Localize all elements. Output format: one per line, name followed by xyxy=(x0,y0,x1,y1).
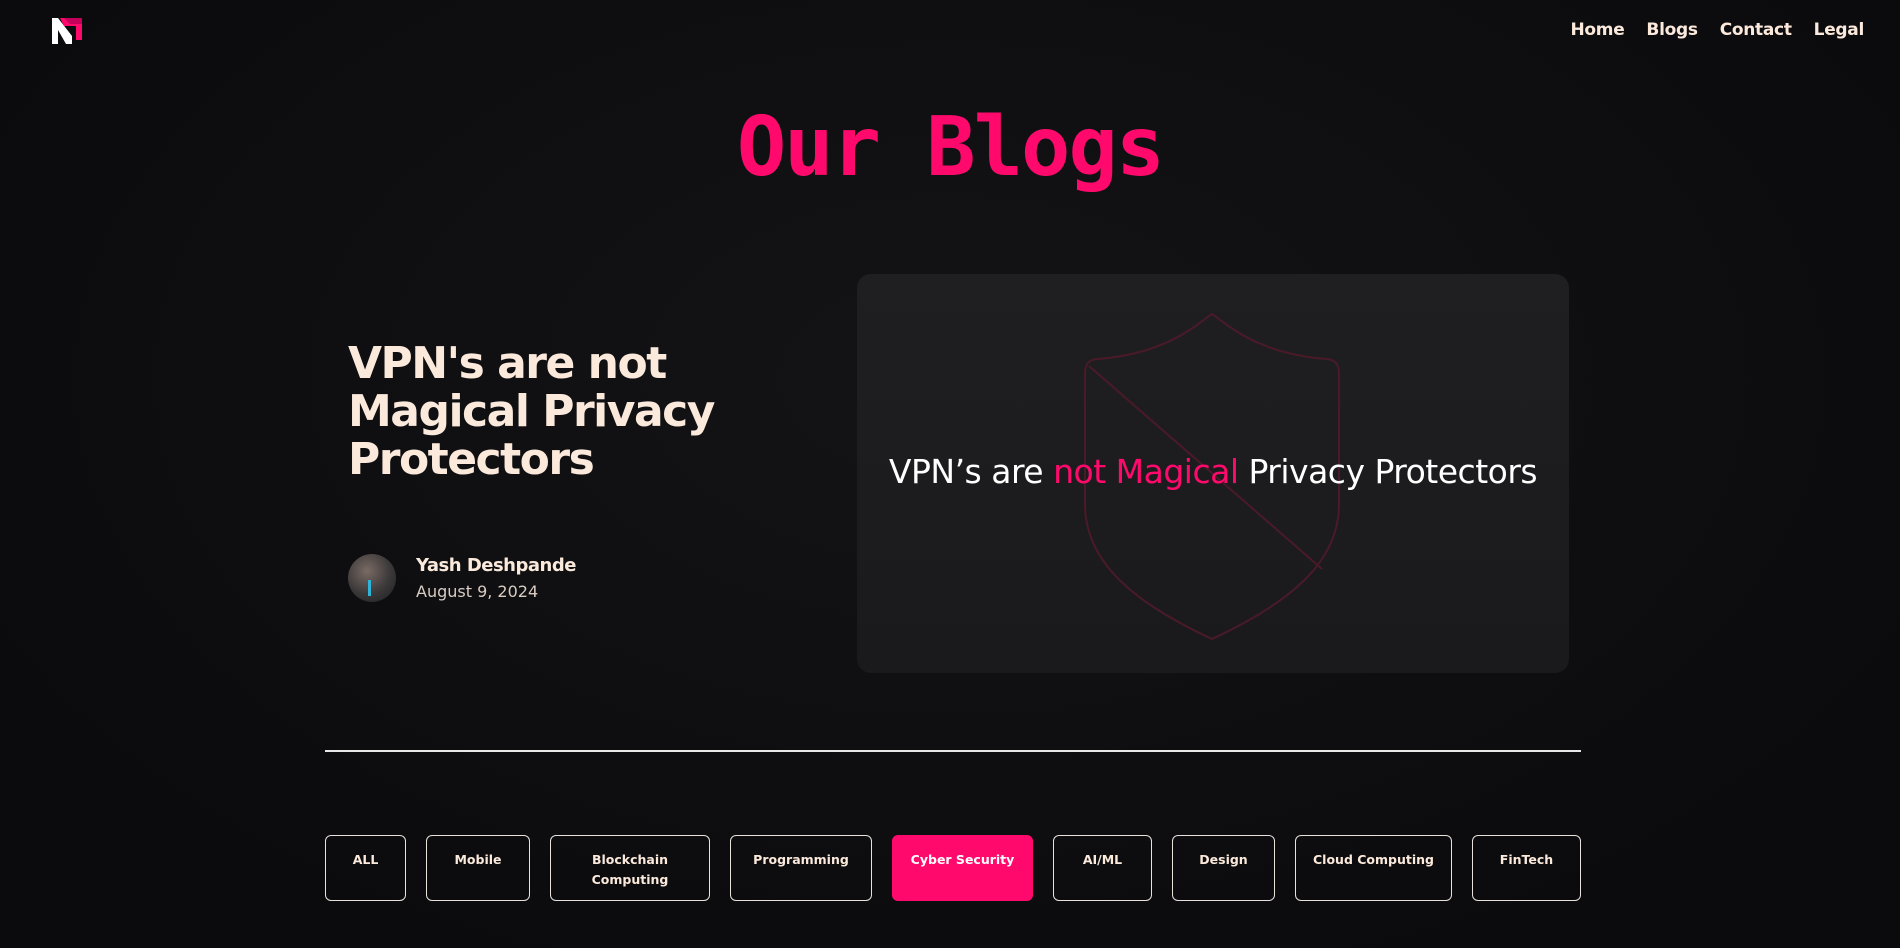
card-headline: VPN’s are not Magical Privacy Protectors xyxy=(857,452,1569,491)
category-design-button[interactable]: Design xyxy=(1172,835,1275,901)
post-date: August 9, 2024 xyxy=(416,582,539,601)
avatar xyxy=(348,554,396,602)
category-filter: ALL Mobile Blockchain Computing Programm… xyxy=(325,835,1581,901)
card-text-before: VPN’s are xyxy=(888,452,1054,491)
section-divider xyxy=(325,750,1581,752)
featured-post-title[interactable]: VPN's are not Magical Privacy Protectors xyxy=(348,340,848,484)
nav-blogs-link[interactable]: Blogs xyxy=(1646,20,1698,40)
nav-contact-link[interactable]: Contact xyxy=(1720,20,1792,40)
card-text-highlight: not Magical xyxy=(1053,452,1239,491)
main-nav: Home Blogs Contact Legal xyxy=(1570,20,1864,40)
page-title: Our Blogs xyxy=(736,100,1165,195)
nav-legal-link[interactable]: Legal xyxy=(1814,20,1865,40)
category-ai-ml-button[interactable]: AI/ML xyxy=(1053,835,1152,901)
category-all-button[interactable]: ALL xyxy=(325,835,406,901)
card-text-after: Privacy Protectors xyxy=(1238,452,1538,491)
author-name: Yash Deshpande xyxy=(416,555,576,576)
brand-logo-icon[interactable] xyxy=(50,16,84,46)
category-mobile-button[interactable]: Mobile xyxy=(426,835,530,901)
category-programming-button[interactable]: Programming xyxy=(730,835,872,901)
category-fintech-button[interactable]: FinTech xyxy=(1472,835,1581,901)
nav-home-link[interactable]: Home xyxy=(1570,20,1624,40)
category-blockchain-button[interactable]: Blockchain Computing xyxy=(550,835,710,901)
featured-post-card[interactable]: VPN’s are not Magical Privacy Protectors xyxy=(857,274,1569,673)
category-cloud-computing-button[interactable]: Cloud Computing xyxy=(1295,835,1452,901)
author-info: Yash Deshpande August 9, 2024 xyxy=(348,554,576,602)
category-cyber-security-button[interactable]: Cyber Security xyxy=(892,835,1033,901)
